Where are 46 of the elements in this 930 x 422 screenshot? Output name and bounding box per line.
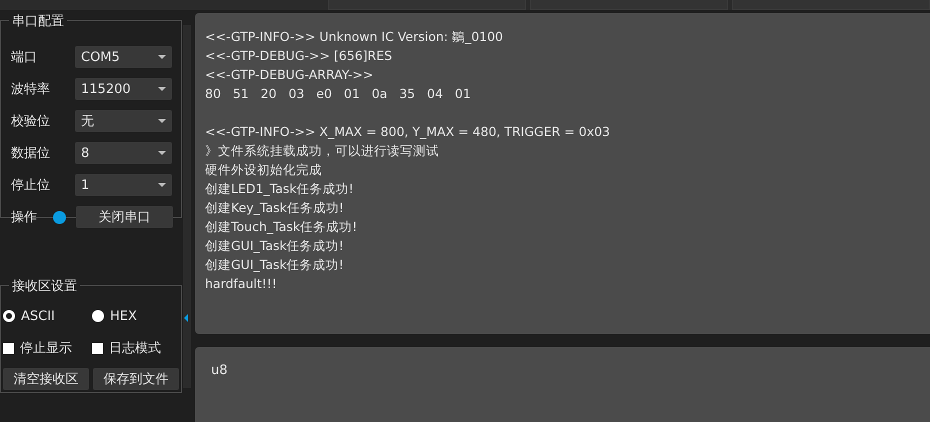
dropdown[interactable]: 无 — [75, 110, 172, 132]
collapse-arrow-icon[interactable] — [184, 314, 188, 322]
radio-button[interactable] — [92, 310, 104, 322]
log-line: 创建LED1_Task任务成功! — [205, 180, 354, 198]
radio-label: ASCII — [21, 308, 55, 324]
action-button[interactable]: 保存到文件 — [93, 368, 179, 390]
log-line: hardfault!!! — [205, 275, 277, 293]
checkbox-label: 日志模式 — [109, 340, 161, 357]
dropdown[interactable]: 115200 — [75, 78, 172, 100]
checkbox[interactable] — [92, 342, 103, 354]
radio-button[interactable] — [3, 310, 15, 322]
group-title: 串口配置 — [9, 12, 67, 30]
caret-icon — [158, 55, 166, 59]
dropdown[interactable]: 1 — [75, 174, 172, 196]
log-line: 硬件外设初始化完成 — [205, 161, 322, 179]
dropdown[interactable]: 8 — [75, 142, 172, 164]
caret-icon — [158, 87, 166, 91]
caret-icon — [158, 119, 166, 123]
caret-icon — [158, 183, 166, 187]
field-label: 操作 — [11, 209, 38, 226]
field-label: 数据位 — [11, 145, 51, 162]
field-label: 端口 — [11, 49, 38, 66]
send-field[interactable]: u8 — [195, 347, 930, 422]
action-button[interactable]: 清空接收区 — [3, 368, 89, 390]
send-text: u8 — [211, 363, 228, 378]
log-line: 创建GUI_Task任务成功! — [205, 256, 344, 274]
log-line: <<-GTP-INFO->> X_MAX = 800, Y_MAX = 480, TRIGGER = 0x03 — [205, 123, 610, 141]
log-line: <<-GTP-DEBUG->> [656]RES — [205, 47, 392, 65]
group-title: 接收区设置 — [9, 277, 80, 295]
log-line: 创建GUI_Task任务成功! — [205, 237, 344, 255]
field-label: 停止位 — [11, 177, 51, 194]
field-label: 波特率 — [11, 81, 51, 98]
checkbox[interactable] — [3, 342, 14, 354]
log-line: <<-GTP-DEBUG-ARRAY->> — [205, 66, 374, 84]
scrollbar[interactable] — [183, 25, 191, 388]
caret-icon — [158, 151, 166, 155]
dropdown[interactable]: COM5 — [75, 46, 172, 68]
radio-label: HEX — [110, 308, 137, 324]
log-line: 创建Touch_Task任务成功! — [205, 218, 358, 236]
log-line: 80 51 20 03 e0 01 0a 35 04 01 — [205, 85, 471, 103]
log-line: 》文件系统挂载成功，可以进行读写测试 — [205, 142, 439, 160]
field-label: 校验位 — [11, 113, 51, 130]
log-line: 创建Key_Task任务成功! — [205, 199, 344, 217]
checkbox-label: 停止显示 — [20, 340, 72, 357]
log-line: <<-GTP-INFO->> Unknown IC Version: 鶵_0100 — [205, 28, 504, 46]
close-port-button[interactable]: 关闭串口 — [76, 206, 173, 228]
